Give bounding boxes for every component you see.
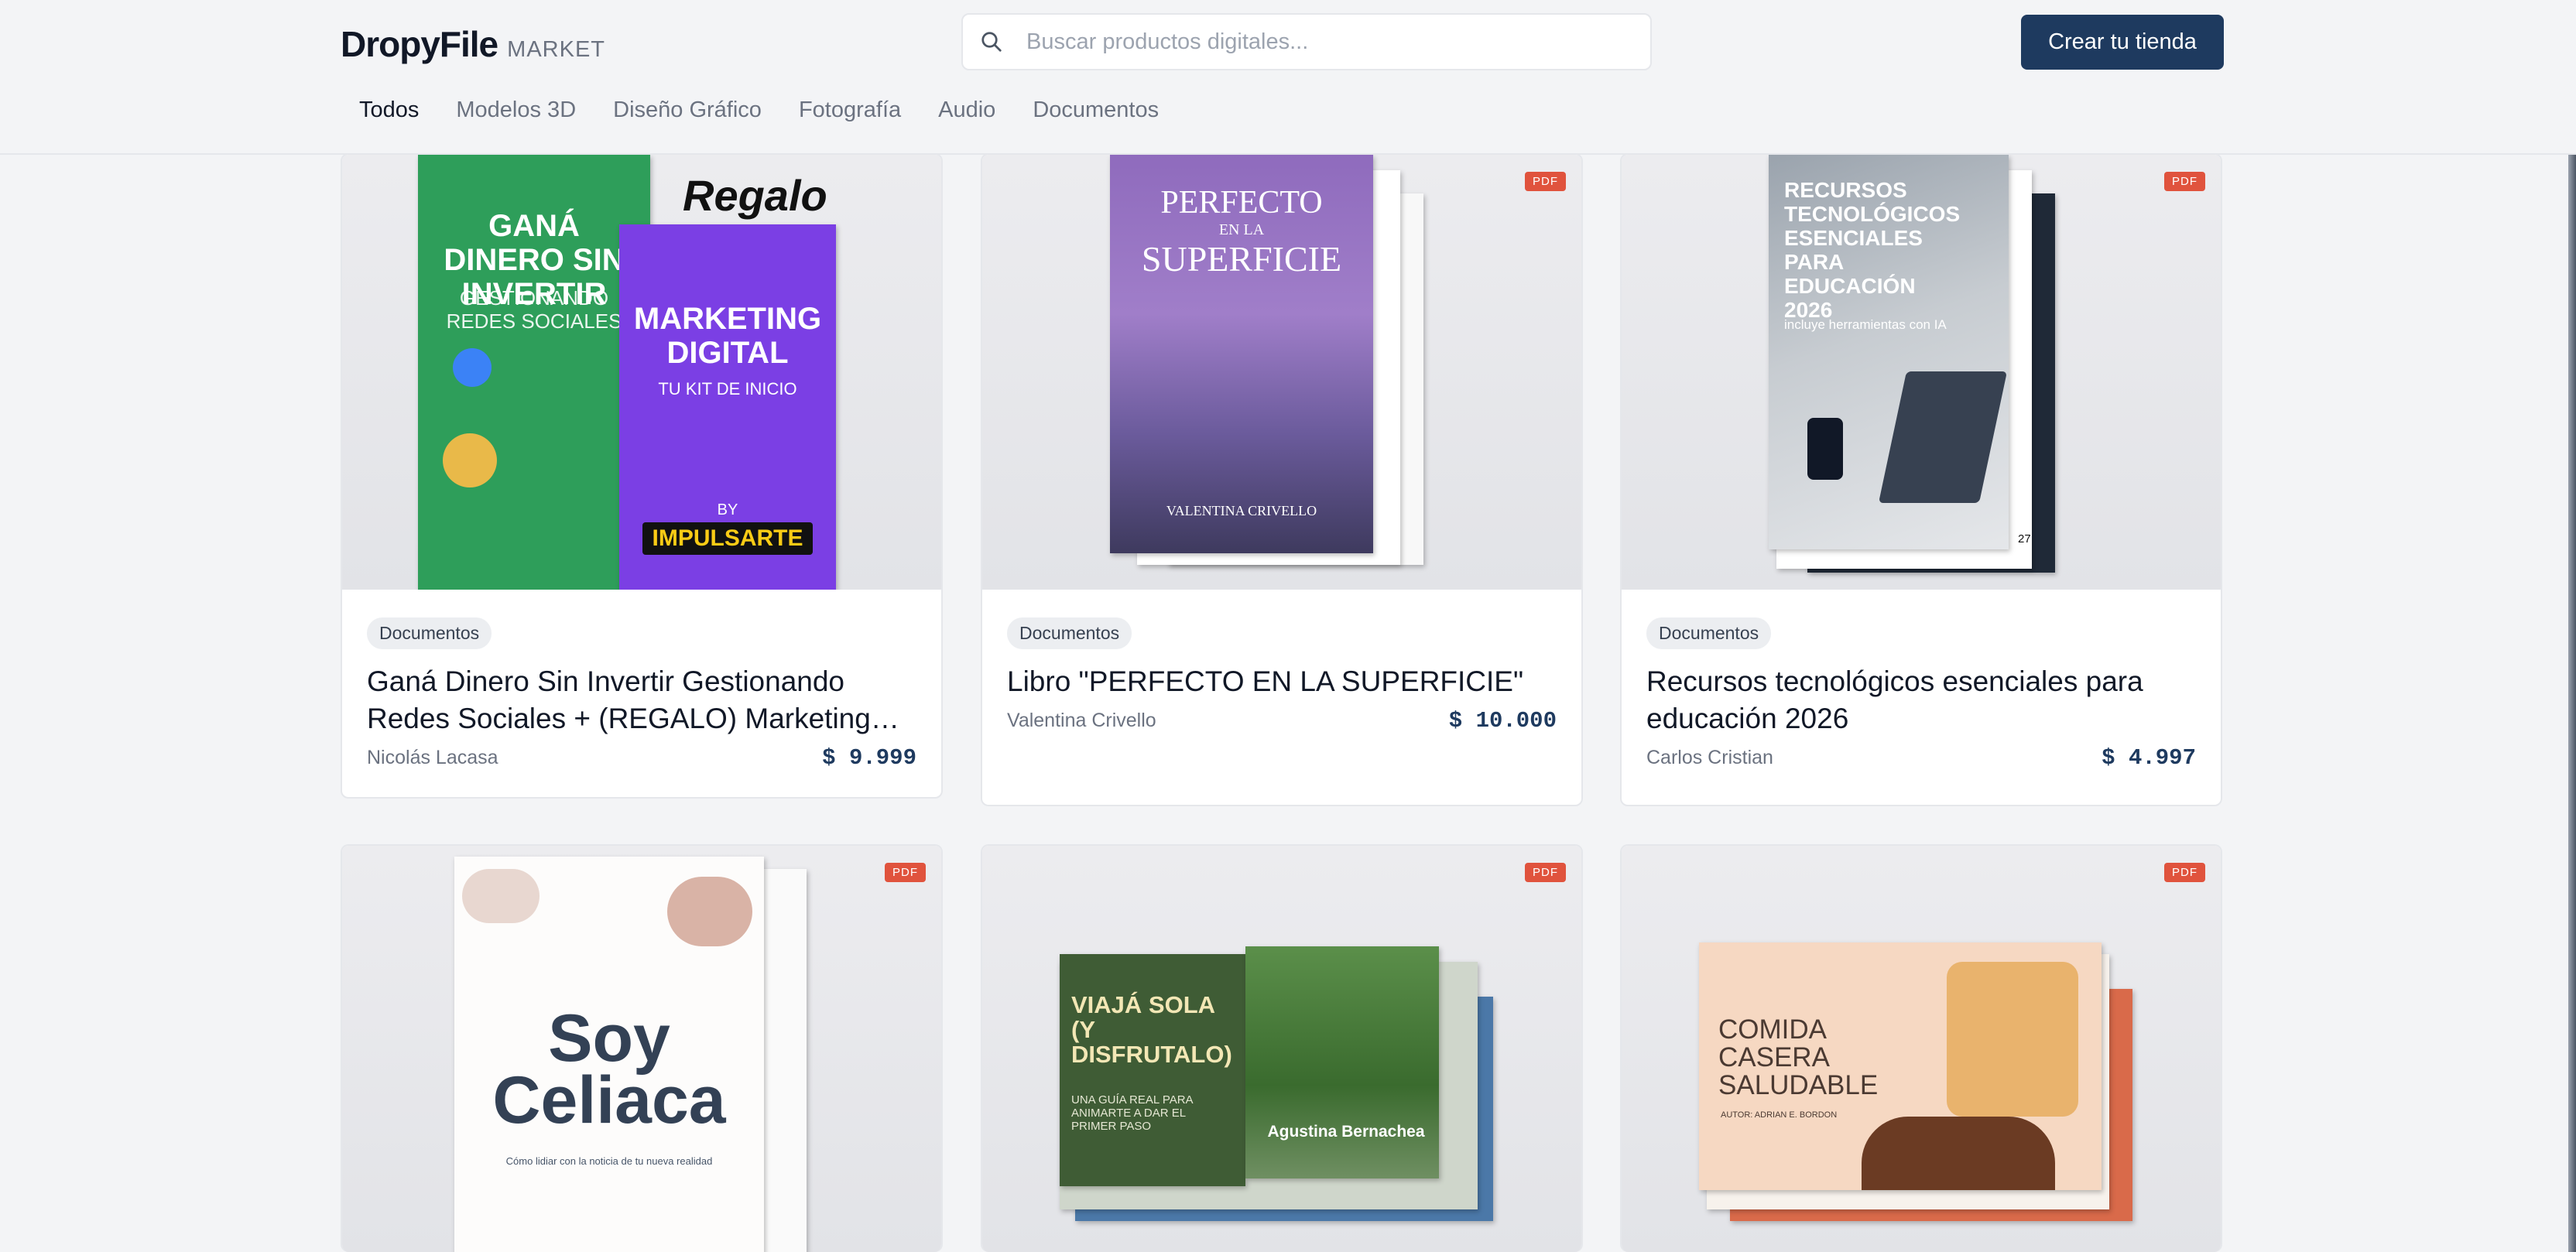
cover-title-line3: SUPERFICIE	[1141, 239, 1342, 279]
logo-sub-text: MARKET	[507, 37, 605, 62]
product-card[interactable]: GANÁ DINERO SIN INVERTIR GESTIONANDO RED…	[341, 153, 943, 799]
search-input[interactable]	[1025, 28, 1632, 56]
tab-diseno-grafico[interactable]: Diseño Gráfico	[594, 93, 780, 127]
cover-brand: IMPULSARTE	[642, 522, 813, 555]
pdf-badge: PDF	[885, 863, 926, 882]
cover-author: Agustina Bernachea	[1267, 1123, 1425, 1141]
pdf-badge: PDF	[1525, 863, 1566, 882]
cover-title-line1: PERFECTO	[1160, 185, 1323, 221]
cover-title: RECURSOS TECNOLÓGICOS ESENCIALES PARA ED…	[1784, 178, 1961, 322]
cover-photo	[1245, 946, 1439, 1178]
decorative-shape	[1862, 1117, 2055, 1190]
tab-fotografia[interactable]: Fotografía	[780, 93, 920, 127]
top-header: DropyFile MARKET Crear tu tienda Todos M…	[0, 0, 2576, 155]
product-author: Valentina Crivello	[1007, 710, 1156, 731]
cover-subtitle: Cómo lidiar con la noticia de tu nueva r…	[505, 1155, 713, 1167]
product-thumbnail: PDF Soy Celiaca Cómo lidiar con la notic…	[342, 846, 941, 1252]
tab-audio[interactable]: Audio	[920, 93, 1014, 127]
cover-title-line2: Celiaca	[492, 1063, 726, 1137]
product-price: $ 10.000	[1448, 708, 1557, 734]
product-card[interactable]: PDF Soy Celiaca Cómo lidiar con la notic…	[341, 844, 943, 1252]
product-price: $ 4.997	[2102, 745, 2196, 771]
product-card[interactable]: PDF VIAJÁ SOLA (Y DISFRUTALO) UNA GUÍA R…	[981, 844, 1583, 1252]
cover-author: VALENTINA CRIVELLO	[1166, 503, 1317, 518]
category-badge: Documentos	[1646, 617, 1772, 649]
cover-title: COMIDA CASERA SALUDABLE	[1718, 1014, 1879, 1100]
coins-icon	[443, 433, 497, 487]
cover-title-line2: EN LA	[1218, 221, 1265, 238]
product-title[interactable]: Libro "PERFECTO EN LA SUPERFICIE"	[1007, 663, 1557, 700]
product-card[interactable]: PDF RECURSOS TECNOLÓGICOS ESENCIALES PAR…	[1620, 153, 2222, 806]
leaf-decoration	[667, 877, 752, 946]
product-card[interactable]: PDF PERFECTO EN LA SUPERFICIE VALENTINA …	[981, 153, 1583, 806]
pdf-badge: PDF	[2164, 172, 2205, 191]
cover-title: VIAJÁ SOLA (Y DISFRUTALO)	[1071, 991, 1232, 1068]
window-edge	[2568, 0, 2576, 1252]
pdf-badge: PDF	[2164, 863, 2205, 882]
leaf-decoration	[462, 869, 540, 923]
category-badge: Documentos	[367, 617, 492, 649]
search-bar[interactable]	[961, 13, 1652, 70]
product-thumbnail: PDF RECURSOS TECNOLÓGICOS ESENCIALES PAR…	[1622, 155, 2221, 590]
dog-illustration	[1947, 962, 2078, 1117]
cover-image	[1060, 954, 1245, 1186]
product-price: $ 9.999	[822, 745, 916, 771]
product-thumbnail: PDF PERFECTO EN LA SUPERFICIE VALENTINA …	[982, 155, 1581, 590]
logo-main-text: DropyFile	[341, 24, 498, 64]
category-badge: Documentos	[1007, 617, 1132, 649]
product-thumbnail: GANÁ DINERO SIN INVERTIR GESTIONANDO RED…	[342, 155, 941, 590]
category-nav: Todos Modelos 3D Diseño Gráfico Fotograf…	[341, 93, 1177, 127]
cover-subtitle: UNA GUÍA REAL PARA ANIMARTE A DAR EL PRI…	[1071, 1093, 1193, 1133]
tab-todos[interactable]: Todos	[341, 93, 437, 127]
cover-page-number: 27	[2018, 532, 2031, 546]
tab-documentos[interactable]: Documentos	[1014, 93, 1177, 127]
cover-second-title: MARKETING DIGITAL	[633, 302, 822, 370]
product-author: Carlos Cristian	[1646, 747, 1773, 768]
cover-gift-text: Regalo	[683, 171, 827, 220]
search-icon	[980, 30, 1025, 53]
pdf-badge: PDF	[1525, 172, 1566, 191]
phone-icon	[1807, 418, 1843, 480]
product-thumbnail: PDF COMIDA CASERA SALUDABLE AUTOR: ADRIA…	[1622, 846, 2221, 1252]
create-store-button[interactable]: Crear tu tienda	[2021, 15, 2224, 70]
product-author: Nicolás Lacasa	[367, 747, 498, 768]
product-card[interactable]: PDF COMIDA CASERA SALUDABLE AUTOR: ADRIA…	[1620, 844, 2222, 1252]
logo[interactable]: DropyFile MARKET	[341, 23, 605, 65]
cover-sub-text: GESTIONANDO REDES SOCIALES	[446, 286, 622, 333]
tab-modelos-3d[interactable]: Modelos 3D	[437, 93, 594, 127]
check-icon	[453, 348, 492, 387]
cover-brand-by: BY	[717, 501, 738, 518]
cover-subtitle: incluye herramientas con IA	[1784, 317, 1947, 332]
product-title[interactable]: Ganá Dinero Sin Invertir Gestionando Red…	[367, 663, 916, 737]
cover-author: AUTOR: ADRIAN E. BORDON	[1721, 1110, 1838, 1120]
product-title[interactable]: Recursos tecnológicos esenciales para ed…	[1646, 663, 2196, 737]
product-thumbnail: PDF VIAJÁ SOLA (Y DISFRUTALO) UNA GUÍA R…	[982, 846, 1581, 1252]
cover-second-sub: TU KIT DE INICIO	[658, 379, 797, 399]
